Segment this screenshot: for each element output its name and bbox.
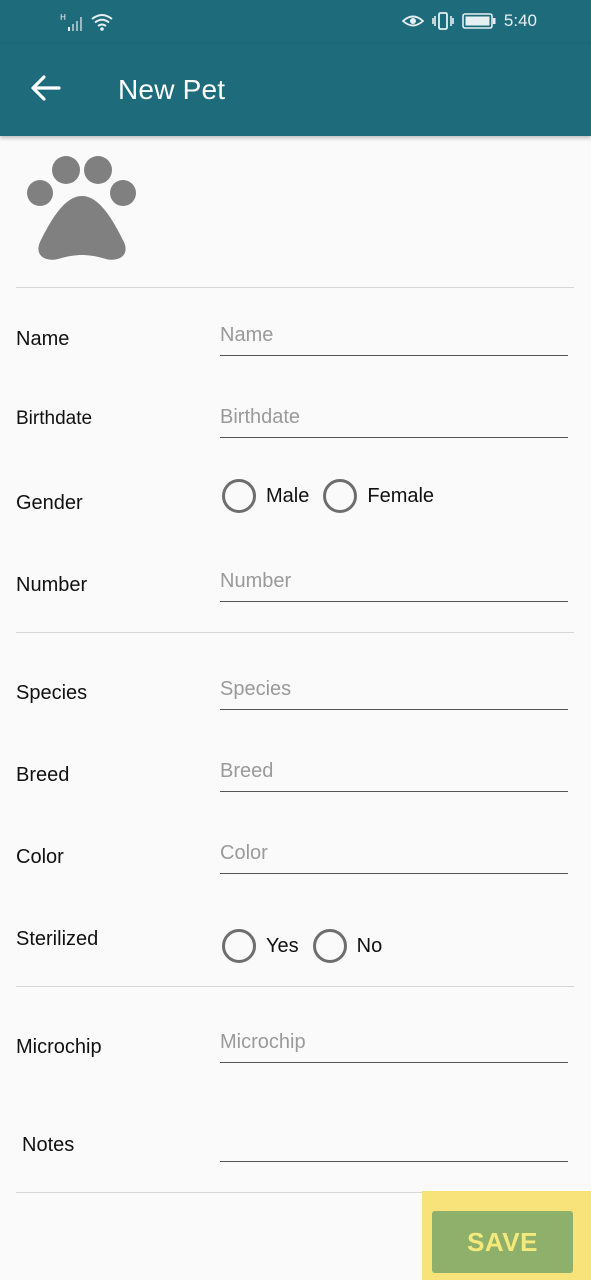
number-label: Number (16, 574, 88, 596)
microchip-input[interactable] (220, 1031, 568, 1054)
birthdate-input[interactable] (220, 406, 568, 429)
name-label: Name (16, 328, 70, 350)
birthdate-field[interactable] (220, 390, 568, 438)
divider (16, 632, 574, 633)
color-label: Color (16, 846, 64, 868)
gender-male-label[interactable]: Male (266, 485, 309, 508)
notes-field[interactable] (220, 1114, 568, 1162)
wifi-icon (91, 14, 113, 31)
svg-text:H: H (60, 13, 66, 22)
sterilized-yes-label[interactable]: Yes (266, 935, 299, 958)
page-title: New Pet (118, 74, 226, 105)
sterilized-radio-group: Yes No (222, 929, 396, 963)
divider (16, 986, 574, 987)
vibrate-icon (432, 12, 454, 30)
microchip-field[interactable] (220, 1015, 568, 1063)
divider (16, 287, 574, 288)
gender-male-radio[interactable] (222, 479, 256, 513)
name-input[interactable] (220, 324, 568, 347)
sterilized-no-label[interactable]: No (357, 935, 383, 958)
species-input[interactable] (220, 678, 568, 701)
status-time: 5:40 (503, 11, 537, 30)
save-button[interactable]: SAVE (432, 1211, 573, 1273)
gender-female-radio[interactable] (323, 479, 358, 513)
gender-label: Gender (16, 492, 83, 514)
species-field[interactable] (220, 662, 568, 710)
notes-input[interactable] (220, 1130, 568, 1153)
back-button[interactable] (22, 64, 70, 112)
number-input[interactable] (220, 570, 568, 593)
color-field[interactable] (220, 826, 568, 874)
breed-field[interactable] (220, 744, 568, 792)
notes-label: Notes (22, 1134, 75, 1156)
microchip-label: Microchip (16, 1036, 102, 1058)
app-bar: New Pet (0, 44, 591, 136)
sterilized-yes-radio[interactable] (222, 929, 256, 963)
number-field[interactable] (220, 554, 568, 602)
sterilized-no-radio[interactable] (312, 929, 347, 963)
pet-avatar[interactable] (22, 152, 142, 264)
arrow-back-icon (31, 75, 61, 101)
gender-radio-group: Male Female (222, 479, 448, 513)
gender-female-label[interactable]: Female (367, 485, 434, 508)
breed-label: Breed (16, 764, 70, 786)
name-field[interactable] (220, 308, 568, 356)
status-bar: H 5:40 (0, 0, 591, 44)
eye-icon (401, 15, 424, 27)
status-left-icons: H (60, 12, 114, 32)
status-right-icons: 5:40 (401, 11, 537, 31)
birthdate-label: Birthdate (16, 408, 93, 429)
battery-icon (462, 13, 496, 29)
color-input[interactable] (220, 842, 568, 865)
breed-input[interactable] (220, 760, 568, 783)
signal-icon: H (60, 13, 82, 31)
paw-icon (27, 156, 136, 260)
sterilized-label: Sterilized (16, 928, 99, 950)
species-label: Species (16, 682, 88, 704)
